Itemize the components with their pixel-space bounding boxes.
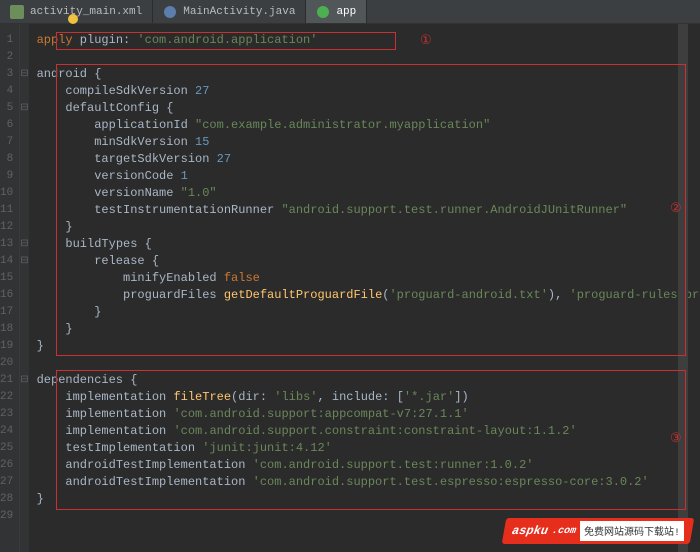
code-area[interactable]: apply plugin: 'com.android.application' …: [29, 24, 700, 552]
intention-bulb-icon[interactable]: [68, 14, 78, 24]
line-number: 8: [0, 151, 13, 168]
fold-icon[interactable]: ⊟: [20, 100, 28, 117]
line-number: 13: [0, 236, 13, 253]
line-number: 3: [0, 66, 13, 83]
line-number: 19: [0, 338, 13, 355]
tab-label: activity_main.xml: [30, 6, 142, 18]
line-number: 15: [0, 270, 13, 287]
tab-app-gradle[interactable]: app: [306, 0, 367, 23]
java-icon: [163, 5, 177, 19]
fold-icon[interactable]: ⊟: [20, 372, 28, 389]
code-editor: 1 2 3 4 5 6 7 8 9 10 11 12 13 14 15 16 1…: [0, 24, 700, 552]
annotation-2: ②: [670, 200, 682, 216]
gradle-icon: [316, 5, 330, 19]
line-number: 5: [0, 100, 13, 117]
editor-tabs: activity_main.xml MainActivity.java app: [0, 0, 700, 24]
watermark-sub: 免费网站源码下载站!: [580, 521, 684, 541]
line-number: 28: [0, 491, 13, 508]
line-number: 2: [0, 49, 13, 66]
line-number: 24: [0, 423, 13, 440]
line-number: 16: [0, 287, 13, 304]
line-number: 17: [0, 304, 13, 321]
line-number: 25: [0, 440, 13, 457]
line-number-gutter: 1 2 3 4 5 6 7 8 9 10 11 12 13 14 15 16 1…: [0, 24, 20, 552]
line-number: 22: [0, 389, 13, 406]
line-number: 26: [0, 457, 13, 474]
line-number: 14: [0, 253, 13, 270]
line-number: 10: [0, 185, 13, 202]
annotation-3: ③: [670, 430, 682, 446]
tab-main-activity[interactable]: MainActivity.java: [153, 0, 306, 23]
line-number: 20: [0, 355, 13, 372]
annotation-1: ①: [420, 32, 432, 48]
line-number: 9: [0, 168, 13, 185]
line-number: 1: [0, 32, 13, 49]
fold-icon[interactable]: ⊟: [20, 236, 28, 253]
line-number: 4: [0, 83, 13, 100]
watermark: aspku.com 免费网站源码下载站!: [502, 518, 695, 544]
fold-gutter: ⊟ ⊟ ⊟⊟ ⊟: [20, 24, 28, 552]
watermark-brand: aspku: [511, 524, 549, 538]
fold-icon[interactable]: ⊟: [20, 253, 28, 270]
line-number: 27: [0, 474, 13, 491]
error-stripe: [678, 24, 688, 552]
xml-icon: [10, 5, 24, 19]
line-number: 23: [0, 406, 13, 423]
line-number: 12: [0, 219, 13, 236]
line-number: 21: [0, 372, 13, 389]
line-number: 18: [0, 321, 13, 338]
tab-label: MainActivity.java: [183, 6, 295, 18]
fold-icon[interactable]: ⊟: [20, 66, 28, 83]
line-number: 29: [0, 508, 13, 525]
line-number: 7: [0, 134, 13, 151]
line-number: 11: [0, 202, 13, 219]
tab-label: app: [336, 6, 356, 18]
line-number: 6: [0, 117, 13, 134]
